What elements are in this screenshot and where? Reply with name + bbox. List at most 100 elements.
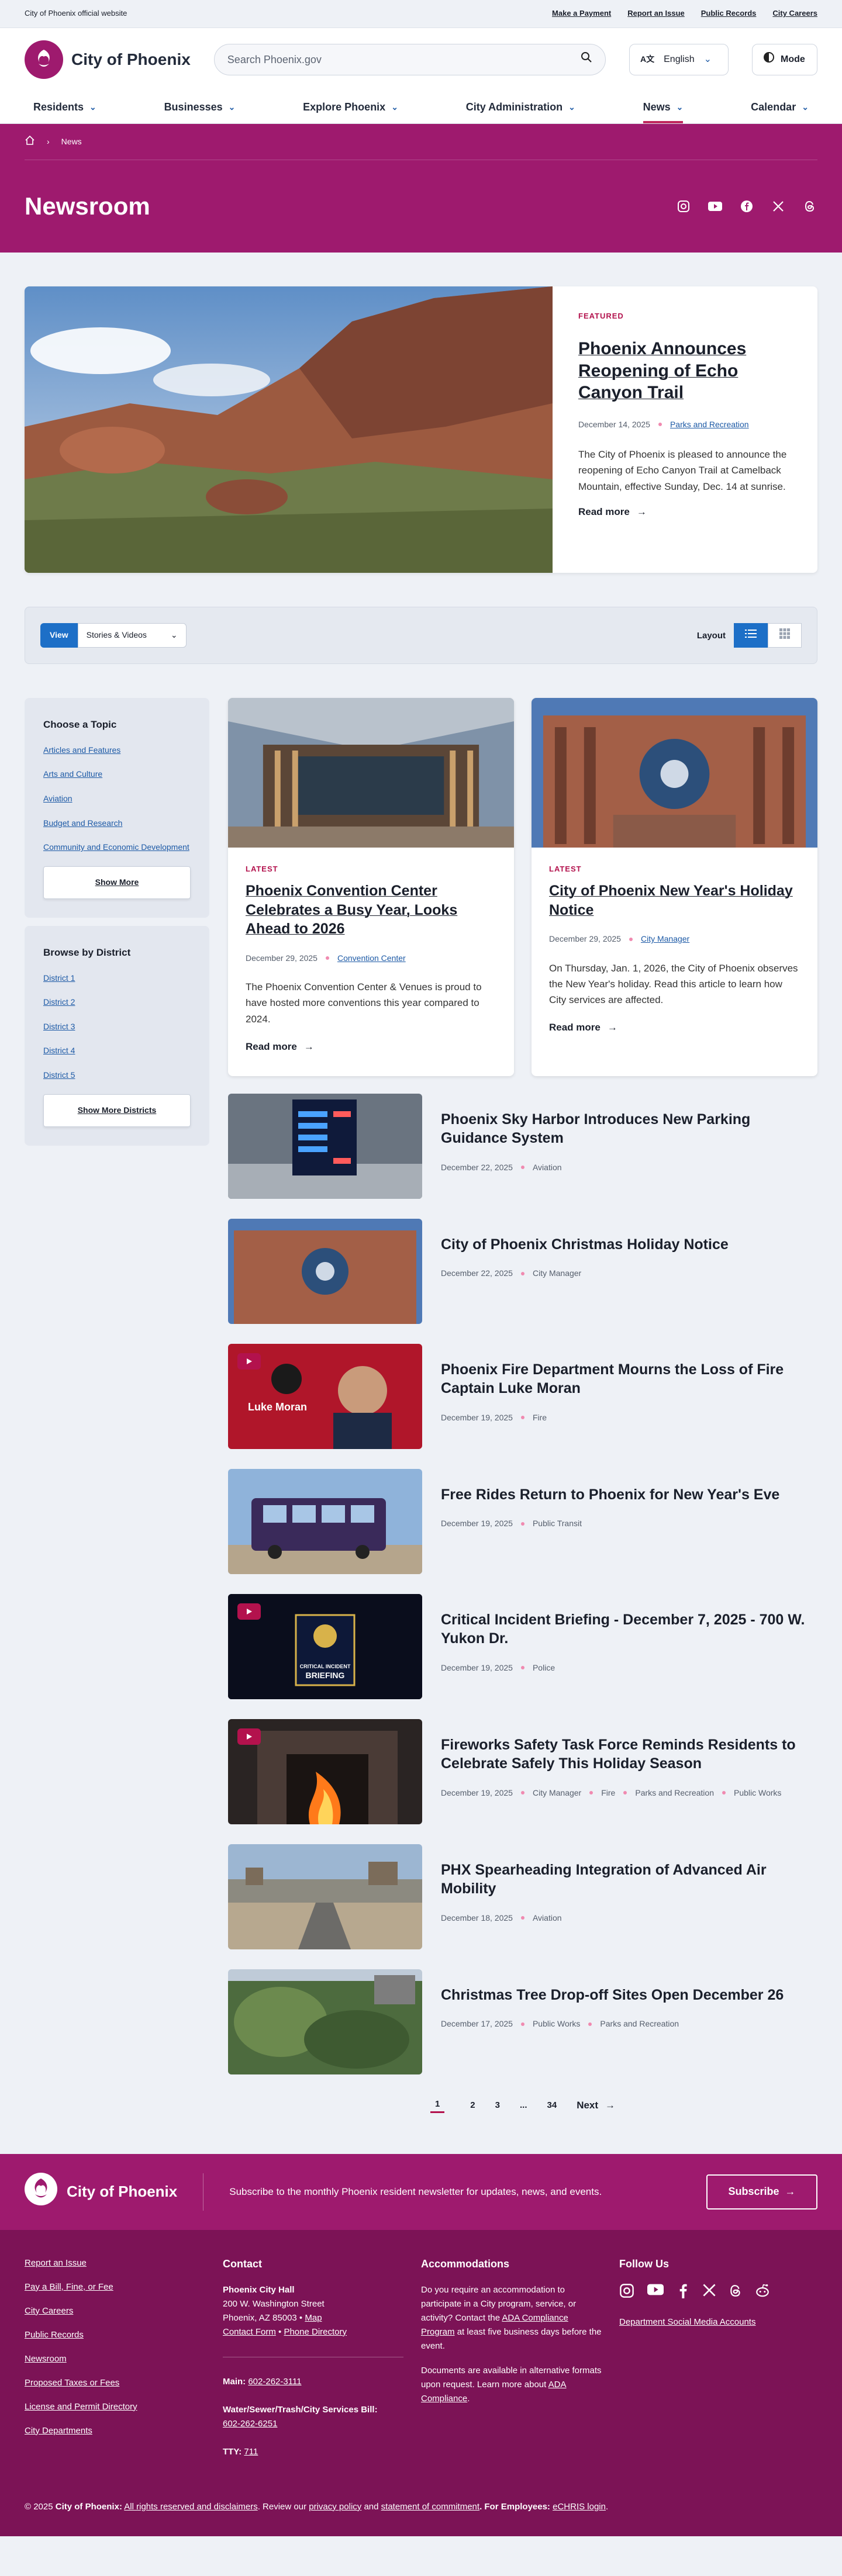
list-tag[interactable]: Aviation	[533, 1913, 562, 1924]
nav-calendar[interactable]: Calendar ⌄	[742, 91, 817, 123]
threads-icon[interactable]	[802, 199, 817, 214]
list-tag[interactable]: Fire	[533, 1412, 547, 1424]
district-link[interactable]: District 5	[43, 1070, 191, 1081]
page-link[interactable]: 34	[547, 2099, 557, 2111]
card-tag-link[interactable]: Convention Center	[337, 953, 406, 964]
list-thumbnail[interactable]	[228, 1969, 422, 2074]
list-thumbnail[interactable]	[228, 1719, 422, 1824]
list-thumbnail[interactable]	[228, 1468, 422, 1574]
footer-link[interactable]: Public Records	[25, 2329, 205, 2341]
footer-link[interactable]: City Departments	[25, 2425, 205, 2437]
featured-title-link[interactable]: Phoenix Announces Reopening of Echo Cany…	[578, 338, 792, 404]
nav-explore-phoenix[interactable]: Explore Phoenix ⌄	[294, 91, 407, 123]
utility-link-make-payment[interactable]: Make a Payment	[552, 8, 611, 19]
nav-residents[interactable]: Residents ⌄	[25, 91, 105, 123]
map-link[interactable]: Map	[305, 2313, 322, 2323]
instagram-icon[interactable]	[619, 2283, 634, 2302]
x-icon[interactable]	[702, 2283, 716, 2302]
list-title-link[interactable]: Phoenix Sky Harbor Introduces New Parkin…	[441, 1110, 817, 1148]
district-link[interactable]: District 3	[43, 1021, 191, 1033]
card-read-more[interactable]: Read more →	[549, 1021, 800, 1035]
page-link-current[interactable]: 1	[430, 2098, 445, 2113]
page-link[interactable]: 2	[470, 2099, 475, 2111]
list-title-link[interactable]: Fireworks Safety Task Force Reminds Resi…	[441, 1735, 817, 1773]
contact-form-link[interactable]: Contact Form	[223, 2327, 276, 2337]
echris-link[interactable]: eCHRIS login	[553, 2502, 606, 2512]
card-image[interactable]	[228, 698, 514, 848]
main-phone-link[interactable]: 602-262-3111	[248, 2377, 301, 2387]
utility-link-public-records[interactable]: Public Records	[701, 8, 757, 19]
footer-link[interactable]: Pay a Bill, Fine, or Fee	[25, 2281, 205, 2293]
district-link[interactable]: District 4	[43, 1045, 191, 1057]
list-title-link[interactable]: Christmas Tree Drop-off Sites Open Decem…	[441, 1986, 817, 2005]
card-image[interactable]	[532, 698, 817, 848]
youtube-icon[interactable]	[647, 2283, 664, 2302]
water-phone-link[interactable]: 602-262-6251	[223, 2419, 277, 2429]
list-tag[interactable]: Parks and Recreation	[635, 1787, 714, 1799]
card-title-link[interactable]: City of Phoenix New Year's Holiday Notic…	[549, 881, 800, 919]
statement-link[interactable]: statement of commitment	[381, 2502, 479, 2512]
subscribe-button[interactable]: Subscribe →	[706, 2174, 817, 2210]
list-tag[interactable]: Fire	[601, 1787, 615, 1799]
card-title-link[interactable]: Phoenix Convention Center Celebrates a B…	[246, 881, 496, 939]
district-link[interactable]: District 2	[43, 997, 191, 1008]
list-title-link[interactable]: Free Rides Return to Phoenix for New Yea…	[441, 1485, 817, 1505]
utility-link-report-issue[interactable]: Report an Issue	[627, 8, 685, 19]
featured-tag-link[interactable]: Parks and Recreation	[670, 419, 749, 431]
footer-link[interactable]: Newsroom	[25, 2353, 205, 2365]
tty-link[interactable]: 711	[244, 2447, 258, 2457]
language-selector[interactable]: A文 English ⌄	[629, 44, 729, 75]
nav-businesses[interactable]: Businesses ⌄	[156, 91, 244, 123]
topic-link[interactable]: Budget and Research	[43, 818, 191, 829]
footer-link[interactable]: City Careers	[25, 2305, 205, 2317]
social-media-accounts-link[interactable]: Department Social Media Accounts	[619, 2317, 755, 2327]
footer-logo[interactable]: City of Phoenix	[25, 2172, 204, 2211]
list-tag[interactable]: City Manager	[533, 1787, 581, 1799]
list-tag[interactable]: Parks and Recreation	[600, 2018, 679, 2030]
list-title-link[interactable]: Phoenix Fire Department Mourns the Loss …	[441, 1360, 817, 1398]
featured-image[interactable]	[25, 286, 553, 573]
topic-link[interactable]: Community and Economic Development	[43, 842, 191, 853]
topic-link[interactable]: Aviation	[43, 793, 191, 805]
list-tag[interactable]: Aviation	[533, 1162, 562, 1174]
view-select[interactable]: Stories & Videos ⌄	[77, 623, 187, 648]
list-title-link[interactable]: PHX Spearheading Integration of Advanced…	[441, 1861, 817, 1899]
nav-city-administration[interactable]: City Administration ⌄	[457, 91, 584, 123]
x-icon[interactable]	[771, 199, 786, 214]
rights-link[interactable]: All rights reserved and disclaimers	[124, 2502, 257, 2512]
search-input[interactable]	[227, 53, 556, 66]
list-title-link[interactable]: City of Phoenix Christmas Holiday Notice	[441, 1235, 817, 1254]
list-tag[interactable]: Public Transit	[533, 1518, 582, 1530]
next-page-button[interactable]: Next →	[577, 2098, 615, 2112]
list-thumbnail[interactable]: Luke Moran	[228, 1343, 422, 1449]
show-more-districts-button[interactable]: Show More Districts	[43, 1094, 191, 1127]
list-tag[interactable]: Public Works	[533, 2018, 580, 2030]
footer-link[interactable]: Proposed Taxes or Fees	[25, 2377, 205, 2389]
list-title-link[interactable]: Critical Incident Briefing - December 7,…	[441, 1610, 817, 1648]
list-thumbnail[interactable]	[228, 1218, 422, 1324]
facebook-icon[interactable]	[739, 199, 754, 214]
topic-link[interactable]: Articles and Features	[43, 745, 191, 756]
footer-link[interactable]: Report an Issue	[25, 2257, 205, 2269]
list-thumbnail[interactable]	[228, 1093, 422, 1199]
facebook-icon[interactable]	[677, 2283, 689, 2302]
footer-link[interactable]: License and Permit Directory	[25, 2401, 205, 2413]
mode-toggle[interactable]: Mode	[752, 44, 817, 75]
youtube-icon[interactable]	[708, 199, 723, 214]
list-tag[interactable]: Public Works	[734, 1787, 781, 1799]
card-read-more[interactable]: Read more →	[246, 1040, 496, 1054]
instagram-icon[interactable]	[676, 199, 691, 214]
phone-directory-link[interactable]: Phone Directory	[284, 2327, 347, 2337]
privacy-link[interactable]: privacy policy	[309, 2502, 361, 2512]
list-thumbnail[interactable]: CRITICAL INCIDENT BRIEFING	[228, 1593, 422, 1699]
grid-layout-button[interactable]	[768, 623, 802, 648]
list-tag[interactable]: Police	[533, 1662, 555, 1674]
district-link[interactable]: District 1	[43, 973, 191, 984]
list-thumbnail[interactable]	[228, 1844, 422, 1949]
search-icon[interactable]	[581, 51, 592, 67]
threads-icon[interactable]	[729, 2283, 742, 2302]
list-tag[interactable]: City Manager	[533, 1268, 581, 1280]
card-tag-link[interactable]: City Manager	[641, 933, 689, 945]
page-link[interactable]: 3	[495, 2099, 500, 2111]
home-icon[interactable]	[25, 135, 35, 149]
